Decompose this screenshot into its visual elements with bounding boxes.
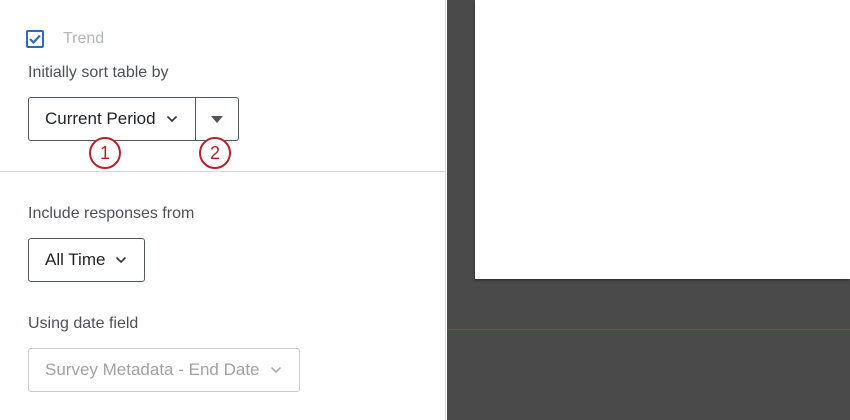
- trend-option[interactable]: Trend: [26, 29, 104, 49]
- date-field-dropdown[interactable]: Survey Metadata - End Date: [28, 348, 300, 392]
- responses-label: Include responses from: [28, 205, 195, 222]
- responses-dropdown[interactable]: All Time: [28, 238, 145, 282]
- preview-divider: [447, 329, 850, 330]
- trend-label: Trend: [63, 30, 105, 47]
- sort-control: Current Period: [28, 97, 240, 141]
- settings-panel: Trend Initially sort table by Current Pe…: [0, 0, 446, 420]
- caret-down-icon: [211, 115, 223, 123]
- callout-1: 1: [89, 137, 121, 169]
- trend-checkbox[interactable]: [26, 30, 44, 48]
- preview-area: [447, 0, 850, 420]
- widget-preview-canvas: [475, 0, 850, 279]
- chevron-down-icon: [115, 256, 127, 264]
- sort-field-dropdown[interactable]: Current Period: [28, 97, 196, 141]
- sort-direction-dropdown[interactable]: [195, 97, 239, 141]
- checkmark-icon: [29, 34, 41, 44]
- chevron-down-icon: [270, 366, 282, 374]
- callout-2: 2: [199, 137, 231, 169]
- sort-label: Initially sort table by: [28, 64, 169, 81]
- responses-value: All Time: [45, 250, 106, 269]
- date-field-label: Using date field: [28, 315, 139, 332]
- section-divider: [0, 171, 446, 172]
- chevron-down-icon: [166, 115, 178, 123]
- date-field-value: Survey Metadata - End Date: [45, 360, 260, 379]
- sort-field-value: Current Period: [45, 109, 156, 128]
